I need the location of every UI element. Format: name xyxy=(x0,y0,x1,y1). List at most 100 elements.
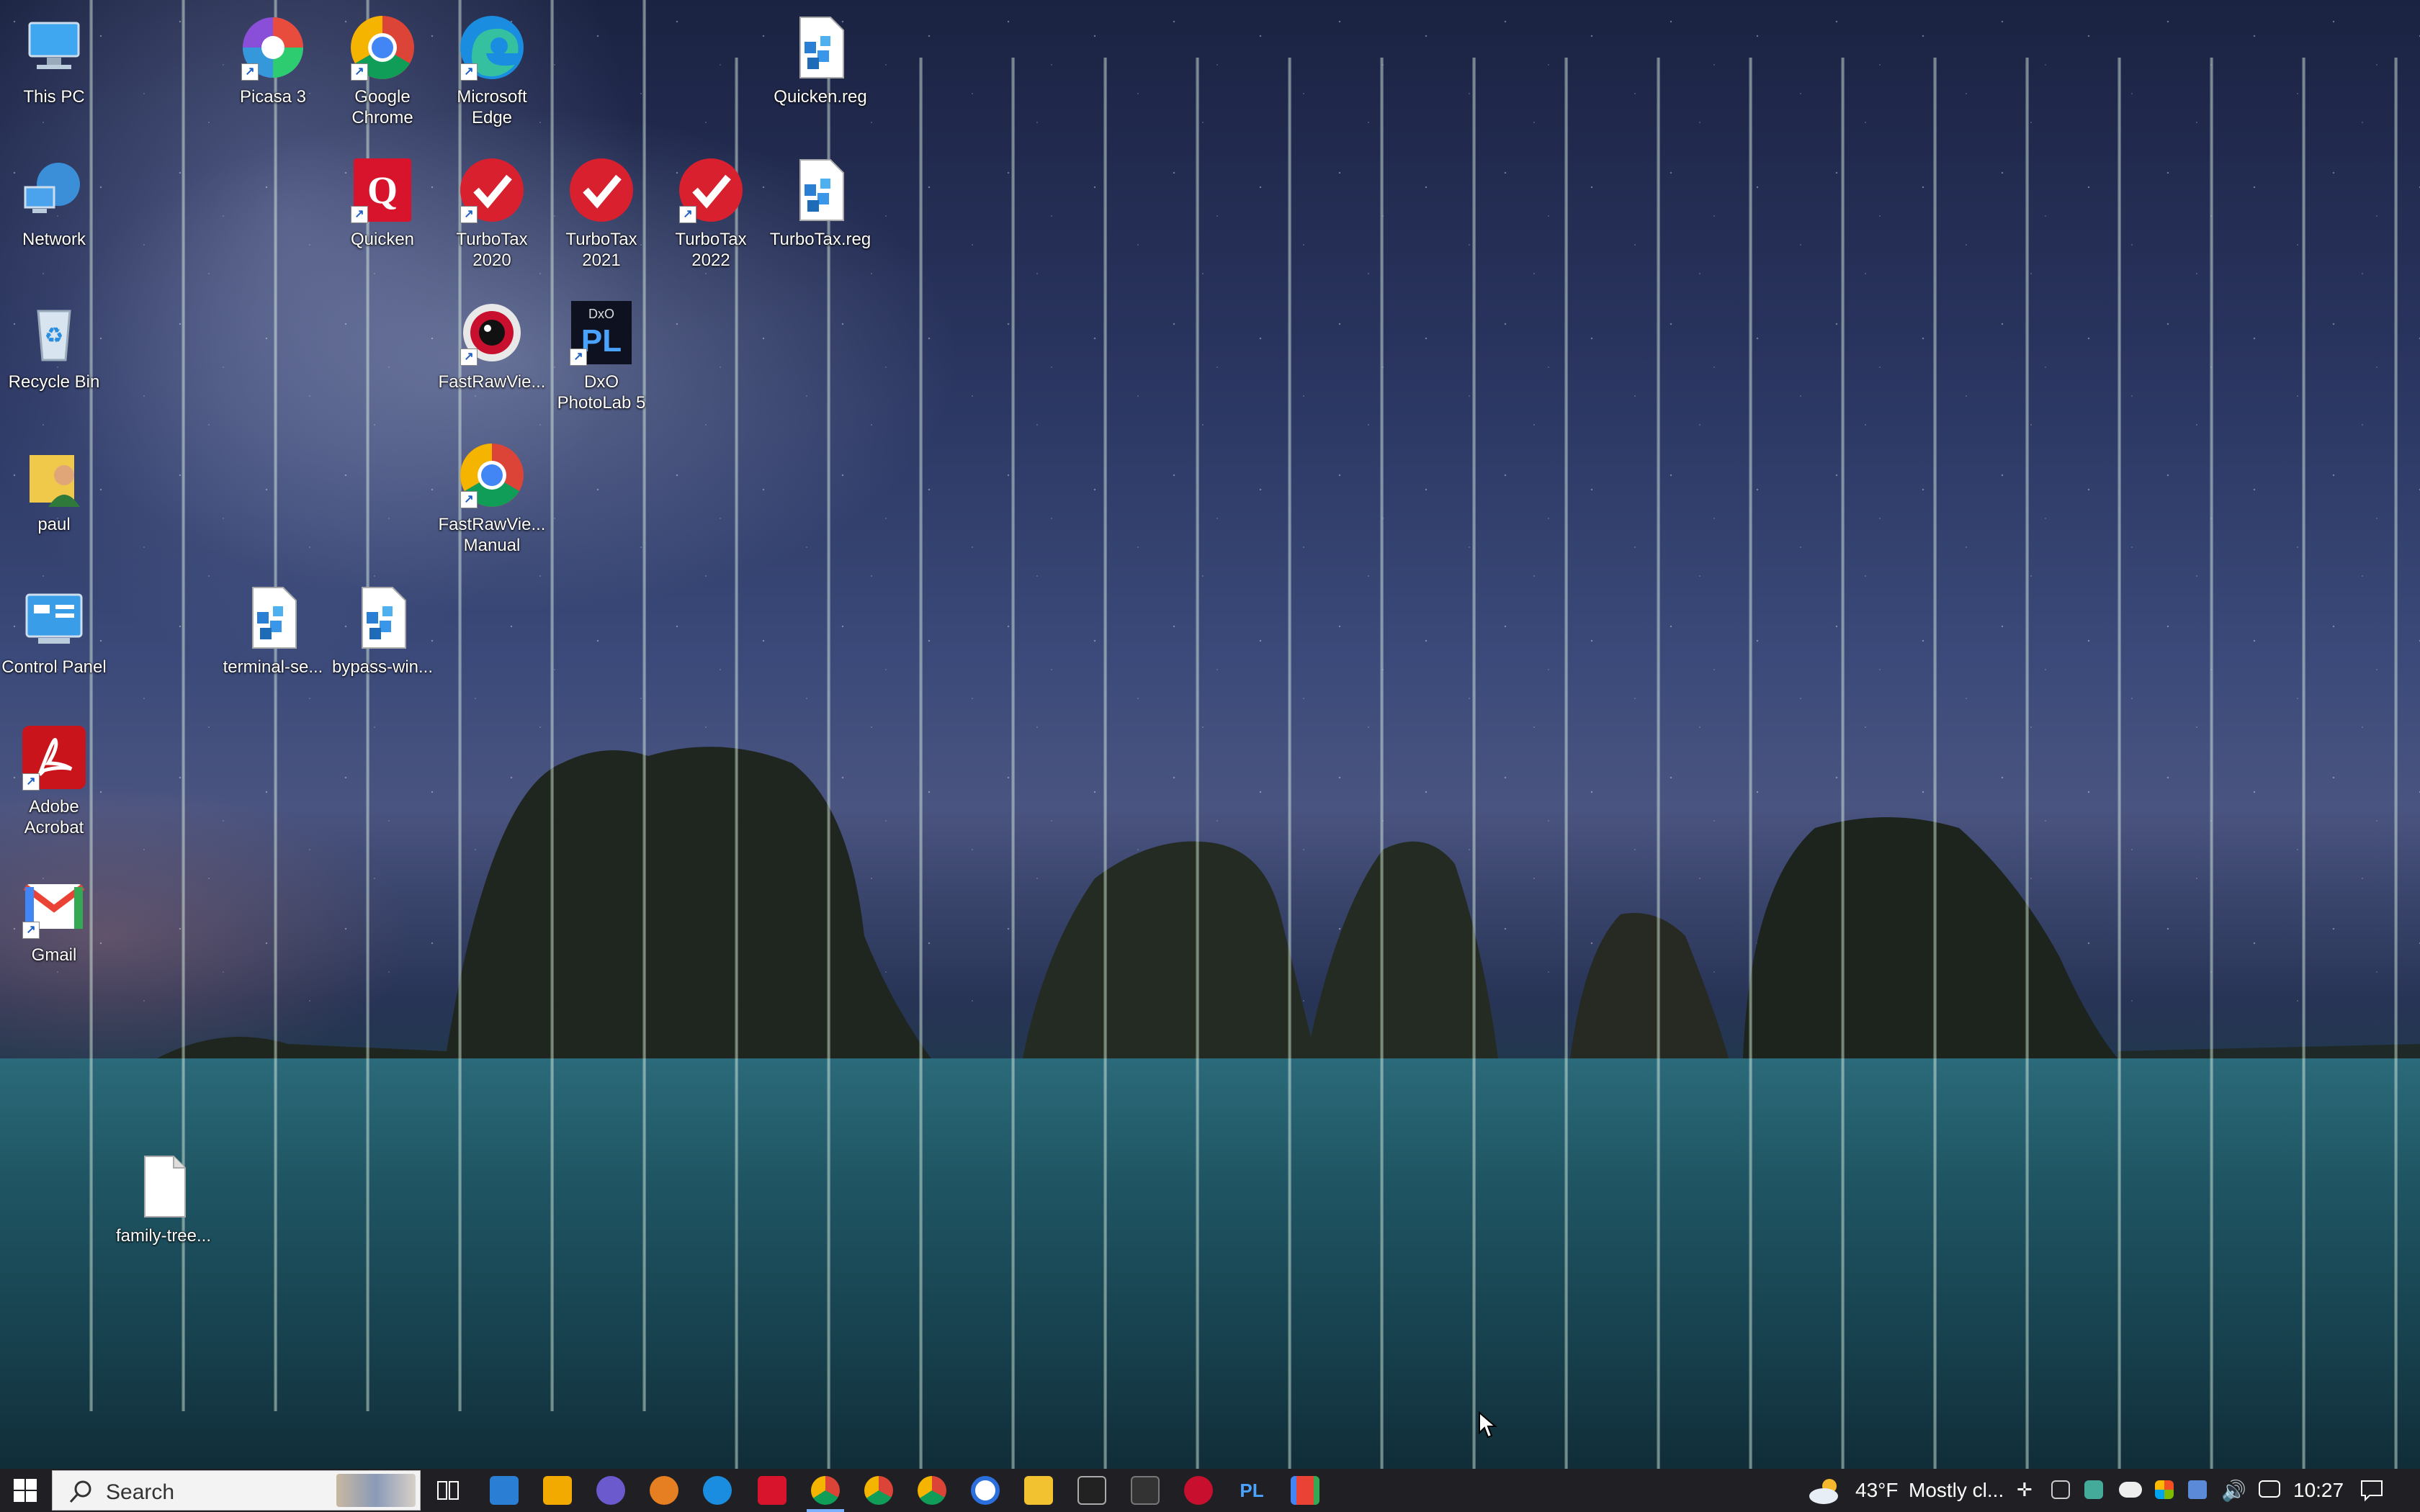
chrome-taskbar-icon[interactable] xyxy=(864,1476,893,1505)
screen-artifact-line xyxy=(919,58,923,1469)
chrome-taskbar-icon[interactable] xyxy=(918,1476,946,1505)
desktop-icon-paul[interactable]: paul xyxy=(0,441,108,535)
shortcut-arrow-icon: ↗ xyxy=(351,206,368,223)
active-app-indicator xyxy=(807,1509,844,1512)
turbotax-icon xyxy=(567,156,636,225)
command-prompt-icon[interactable] xyxy=(1077,1476,1106,1505)
control-panel-taskbar-icon[interactable] xyxy=(490,1476,519,1505)
vpn-shield-icon[interactable] xyxy=(2188,1480,2207,1499)
shortcut-arrow-icon: ↗ xyxy=(22,922,40,939)
tray-app-icon[interactable] xyxy=(2084,1480,2103,1499)
desktop-icon-control-panel[interactable]: Control Panel xyxy=(0,583,108,678)
start-button[interactable] xyxy=(0,1469,50,1512)
screen-artifact-line xyxy=(1564,58,1568,1469)
icon-label: Recycle Bin xyxy=(8,372,100,392)
desktop-icon-turbotax-2020[interactable]: ↗ TurboTax 2020 xyxy=(438,156,546,271)
chrome-icon: ↗ xyxy=(348,13,417,82)
this-pc-icon xyxy=(19,13,89,82)
icon-label: bypass-win... xyxy=(331,657,434,677)
edge-taskbar-icon[interactable] xyxy=(703,1476,732,1505)
screen-artifact-line xyxy=(1380,58,1384,1469)
fastrawviewer-icon: ↗ xyxy=(457,298,526,367)
terminal-icon[interactable] xyxy=(1131,1476,1160,1505)
icon-label: DxO PhotoLab 5 xyxy=(557,372,646,413)
icon-label: Microsoft Edge xyxy=(457,87,527,127)
desktop-icon-dxo-photolab[interactable]: DxO PL ↗ DxO PhotoLab 5 xyxy=(547,298,655,413)
desktop-icon-turbotax-2022[interactable]: ↗ TurboTax 2022 xyxy=(657,156,765,271)
shortcut-arrow-icon: ↗ xyxy=(460,206,478,223)
volume-icon[interactable]: 🔊 xyxy=(2221,1479,2246,1503)
shortcut-arrow-icon: ↗ xyxy=(351,63,368,81)
task-view-icon[interactable] xyxy=(434,1476,462,1505)
desktop-icon-this-pc[interactable]: This PC xyxy=(0,13,108,107)
desktop-icon-network[interactable]: Network xyxy=(0,156,108,250)
app-icon[interactable] xyxy=(650,1476,678,1505)
desktop-icon-bypass-win[interactable]: bypass-win... xyxy=(328,583,436,678)
desktop-icon-fastrawviewer-manual[interactable]: ↗ FastRawVie... Manual xyxy=(438,441,546,556)
network-status-icon[interactable] xyxy=(2259,1480,2280,1498)
desktop-icon-picasa[interactable]: ↗ Picasa 3 xyxy=(219,13,327,107)
icon-label: Quicken.reg xyxy=(774,87,867,107)
search-icon xyxy=(69,1480,91,1503)
signal-icon[interactable] xyxy=(971,1476,1000,1505)
desktop-icon-turbotax-reg[interactable]: TurboTax.reg xyxy=(766,156,874,250)
desktop-icon-recycle-bin[interactable]: ♻ Recycle Bin xyxy=(0,298,108,392)
file-explorer-icon[interactable] xyxy=(1024,1476,1053,1505)
taskbar-search-box[interactable]: Search xyxy=(52,1470,421,1511)
app-icon[interactable] xyxy=(596,1476,625,1505)
registry-file-icon xyxy=(238,583,308,652)
desktop-icon-google-chrome[interactable]: ↗ Google Chrome xyxy=(328,13,436,128)
icon-label: TurboTax 2020 xyxy=(456,230,528,270)
icon-label: terminal-se... xyxy=(223,657,323,677)
desktop-icon-fastrawviewer[interactable]: ↗ FastRawVie... xyxy=(438,298,546,392)
registry-file-icon xyxy=(348,583,417,652)
icon-label: Network xyxy=(22,230,86,249)
clock[interactable]: 10:27 xyxy=(2293,1479,2344,1502)
search-placeholder: Search xyxy=(106,1480,175,1504)
screen-artifact-line xyxy=(1657,58,1660,1469)
shortcut-arrow-icon: ↗ xyxy=(460,348,478,366)
gmail-taskbar-icon[interactable] xyxy=(1291,1476,1319,1505)
shortcut-arrow-icon: ↗ xyxy=(460,63,478,81)
desktop-icon-microsoft-edge[interactable]: ↗ Microsoft Edge xyxy=(438,13,546,128)
weather-cloud-icon[interactable] xyxy=(1808,1475,1844,1506)
notification-center-icon[interactable] xyxy=(2360,1479,2384,1502)
svg-text:♻: ♻ xyxy=(45,324,64,348)
move-icon[interactable]: ✛ xyxy=(2017,1479,2033,1501)
desktop-icon-turbotax-2021[interactable]: TurboTax 2021 xyxy=(547,156,655,271)
screen-artifact-line xyxy=(1103,58,1107,1469)
chrome-taskbar-icon[interactable] xyxy=(811,1476,840,1505)
icon-label: Google Chrome xyxy=(351,87,413,127)
icon-label: FastRawVie... xyxy=(438,372,546,392)
quicken-taskbar-icon[interactable] xyxy=(758,1476,786,1505)
windows-security-icon[interactable] xyxy=(2155,1480,2174,1499)
weather-temperature[interactable]: 43°F xyxy=(1855,1479,1898,1502)
onedrive-icon[interactable] xyxy=(2119,1482,2142,1498)
desktop-icon-quicken[interactable]: Q ↗ Quicken xyxy=(328,156,436,250)
screen-artifact-line xyxy=(1288,58,1291,1469)
icon-label: Control Panel xyxy=(1,657,107,677)
desktop-wallpaper: This PC Network ♻ Recycle Bin paul Contr… xyxy=(0,0,2420,1469)
svg-text:Q: Q xyxy=(367,168,398,212)
edge-icon: ↗ xyxy=(457,13,526,82)
tray-app-icon[interactable] xyxy=(2051,1480,2070,1499)
weather-description[interactable]: Mostly cl... xyxy=(1909,1479,2004,1502)
microsoft-store-icon[interactable] xyxy=(543,1476,572,1505)
fastrawviewer-taskbar-icon[interactable] xyxy=(1184,1476,1213,1505)
search-highlight-image xyxy=(336,1474,416,1507)
icon-label: This PC xyxy=(23,87,85,107)
desktop-icon-quicken-reg[interactable]: Quicken.reg xyxy=(766,13,874,107)
gmail-icon: ↗ xyxy=(19,871,89,940)
adobe-acrobat-icon: ↗ xyxy=(19,723,89,792)
picasa-icon: ↗ xyxy=(238,13,308,82)
dxo-photolab-taskbar-icon[interactable]: PL xyxy=(1237,1476,1266,1505)
screen-artifact-line xyxy=(1196,58,1199,1469)
chrome-icon: ↗ xyxy=(457,441,526,510)
desktop-icon-family-tree[interactable]: family-tree... xyxy=(109,1152,218,1246)
desktop-icon-terminal-settings[interactable]: terminal-se... xyxy=(219,583,327,678)
icon-label: FastRawVie... Manual xyxy=(438,515,546,555)
icon-label: TurboTax.reg xyxy=(769,230,871,249)
desktop-icon-gmail[interactable]: ↗ Gmail xyxy=(0,871,108,966)
turbotax-icon: ↗ xyxy=(457,156,526,225)
desktop-icon-adobe-acrobat[interactable]: ↗ Adobe Acrobat xyxy=(0,723,108,838)
